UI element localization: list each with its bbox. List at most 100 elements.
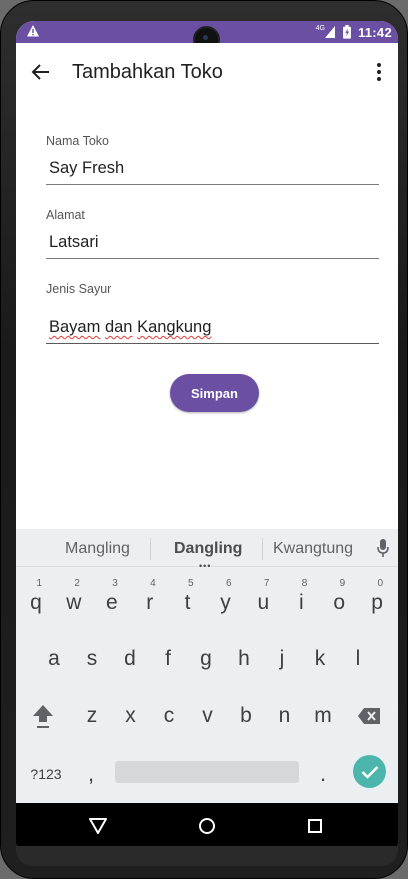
key-f[interactable]: f <box>149 630 187 688</box>
key-h[interactable]: h <box>225 630 263 688</box>
misspelled-word: Bayam <box>49 318 101 336</box>
store-name-value: Say Fresh <box>49 159 125 177</box>
key-b[interactable]: b <box>227 687 265 745</box>
key-j[interactable]: j <box>263 630 301 688</box>
key-v[interactable]: v <box>189 687 227 745</box>
keyboard-row-3: zxcvbnm <box>16 687 398 745</box>
key-y[interactable]: 6y <box>207 572 245 630</box>
more-suggestions-dots[interactable]: ••• <box>199 561 211 571</box>
key-t[interactable]: 5t <box>169 572 207 630</box>
key-hint: 8 <box>301 578 308 589</box>
key-hint: 3 <box>112 578 118 589</box>
nav-home-icon[interactable] <box>199 818 215 834</box>
keyboard-row-4: ?123 , . <box>16 745 398 803</box>
check-icon <box>361 765 378 779</box>
key-z[interactable]: z <box>73 687 111 745</box>
shift-key[interactable] <box>24 687 62 745</box>
key-g[interactable]: g <box>187 630 225 688</box>
key-m[interactable]: m <box>304 687 342 745</box>
key-hint: 7 <box>263 578 270 589</box>
key-k[interactable]: k <box>301 630 339 688</box>
key-o[interactable]: 9o <box>320 572 358 630</box>
divider <box>262 538 263 560</box>
suggestion-item[interactable]: Dangling <box>174 540 242 558</box>
keyboard-row-2: asdfghjkl <box>16 630 398 688</box>
key-hint: 5 <box>188 578 194 589</box>
key-i[interactable]: 8i <box>282 572 320 630</box>
arrow-back-icon[interactable] <box>30 61 52 83</box>
key-label: o <box>333 591 346 614</box>
save-button[interactable]: Simpan <box>170 374 259 412</box>
key-label: u <box>257 591 270 614</box>
key-s[interactable]: s <box>73 630 111 688</box>
comma-key[interactable]: , <box>76 745 106 803</box>
store-form: Nama Toko Say Fresh Alamat Latsari Jenis… <box>46 133 379 365</box>
suggestion-strip: Mangling Dangling ••• Kwangtung <box>16 529 398 571</box>
key-label: t <box>184 591 191 614</box>
key-c[interactable]: c <box>150 687 188 745</box>
suggestion-item[interactable]: Mangling <box>65 540 130 558</box>
battery-icon <box>343 25 351 39</box>
key-hint: 2 <box>74 578 80 589</box>
mic-icon[interactable] <box>376 538 390 558</box>
key-label: r <box>146 591 154 614</box>
divider <box>150 538 151 560</box>
status-bar: 4G 11:42 <box>16 21 398 51</box>
key-hint: 1 <box>36 578 42 589</box>
key-label: y <box>220 591 231 614</box>
period-key[interactable]: . <box>308 745 338 803</box>
address-label: Alamat <box>46 208 85 222</box>
nav-recents-icon[interactable] <box>308 819 322 833</box>
suggestion-item[interactable]: Kwangtung <box>273 540 353 558</box>
address-field: Alamat Latsari <box>46 207 379 281</box>
enter-key[interactable] <box>353 755 386 788</box>
backspace-icon <box>358 708 380 724</box>
key-n[interactable]: n <box>266 687 304 745</box>
key-q[interactable]: 1q <box>17 572 55 630</box>
key-label: q <box>30 591 42 614</box>
signal-icon <box>324 26 335 38</box>
key-hint: 9 <box>339 578 346 589</box>
key-label: p <box>371 591 383 614</box>
key-w[interactable]: 2w <box>55 572 93 630</box>
app-bar: Tambahkan Toko <box>16 43 398 101</box>
key-l[interactable]: l <box>339 630 377 688</box>
vegetable-type-field: Jenis Sayur Bayam dan Kangkung <box>46 281 379 365</box>
phone-frame: 4G 11:42 Tambahkan Toko Nama Toko Say Fr… <box>0 0 408 879</box>
key-a[interactable]: a <box>35 630 73 688</box>
key-hint: 6 <box>225 578 232 589</box>
key-hint: 0 <box>377 578 384 589</box>
page-title: Tambahkan Toko <box>72 61 223 83</box>
screen: 4G 11:42 Tambahkan Toko Nama Toko Say Fr… <box>16 21 398 849</box>
system-nav-bar <box>16 803 398 849</box>
status-icons: 4G 11:42 <box>316 24 392 40</box>
soft-keyboard: Mangling Dangling ••• Kwangtung 1q2w3e4r… <box>16 529 398 803</box>
key-e[interactable]: 3e <box>93 572 131 630</box>
bottom-bezel <box>16 846 398 866</box>
key-p[interactable]: 0p <box>358 572 396 630</box>
key-d[interactable]: d <box>111 630 149 688</box>
store-name-field: Nama Toko Say Fresh <box>46 133 379 207</box>
symbols-key[interactable]: ?123 <box>24 745 68 803</box>
key-x[interactable]: x <box>112 687 150 745</box>
warning-icon <box>27 25 39 37</box>
misspelled-word: Kangkung <box>137 318 212 336</box>
key-label: e <box>105 591 118 614</box>
nav-back-icon[interactable] <box>88 817 108 835</box>
shift-icon <box>33 705 53 728</box>
clock: 11:42 <box>357 24 392 40</box>
key-u[interactable]: 7u <box>244 572 282 630</box>
space-key[interactable] <box>115 761 299 783</box>
key-hint: 4 <box>150 578 156 589</box>
vegetable-type-label: Jenis Sayur <box>46 282 112 296</box>
key-label: i <box>298 591 304 614</box>
vegetable-type-value: Bayam dan Kangkung <box>49 318 211 337</box>
backspace-key[interactable] <box>350 687 388 745</box>
more-vert-icon[interactable] <box>372 61 386 83</box>
address-value: Latsari <box>49 233 99 251</box>
keyboard-row-1: 1q2w3e4r5t6y7u8i9o0p <box>16 572 398 630</box>
misspelled-word: dan <box>104 318 133 336</box>
store-name-label: Nama Toko <box>46 134 109 148</box>
key-label: w <box>66 591 82 614</box>
key-r[interactable]: 4r <box>131 572 169 630</box>
